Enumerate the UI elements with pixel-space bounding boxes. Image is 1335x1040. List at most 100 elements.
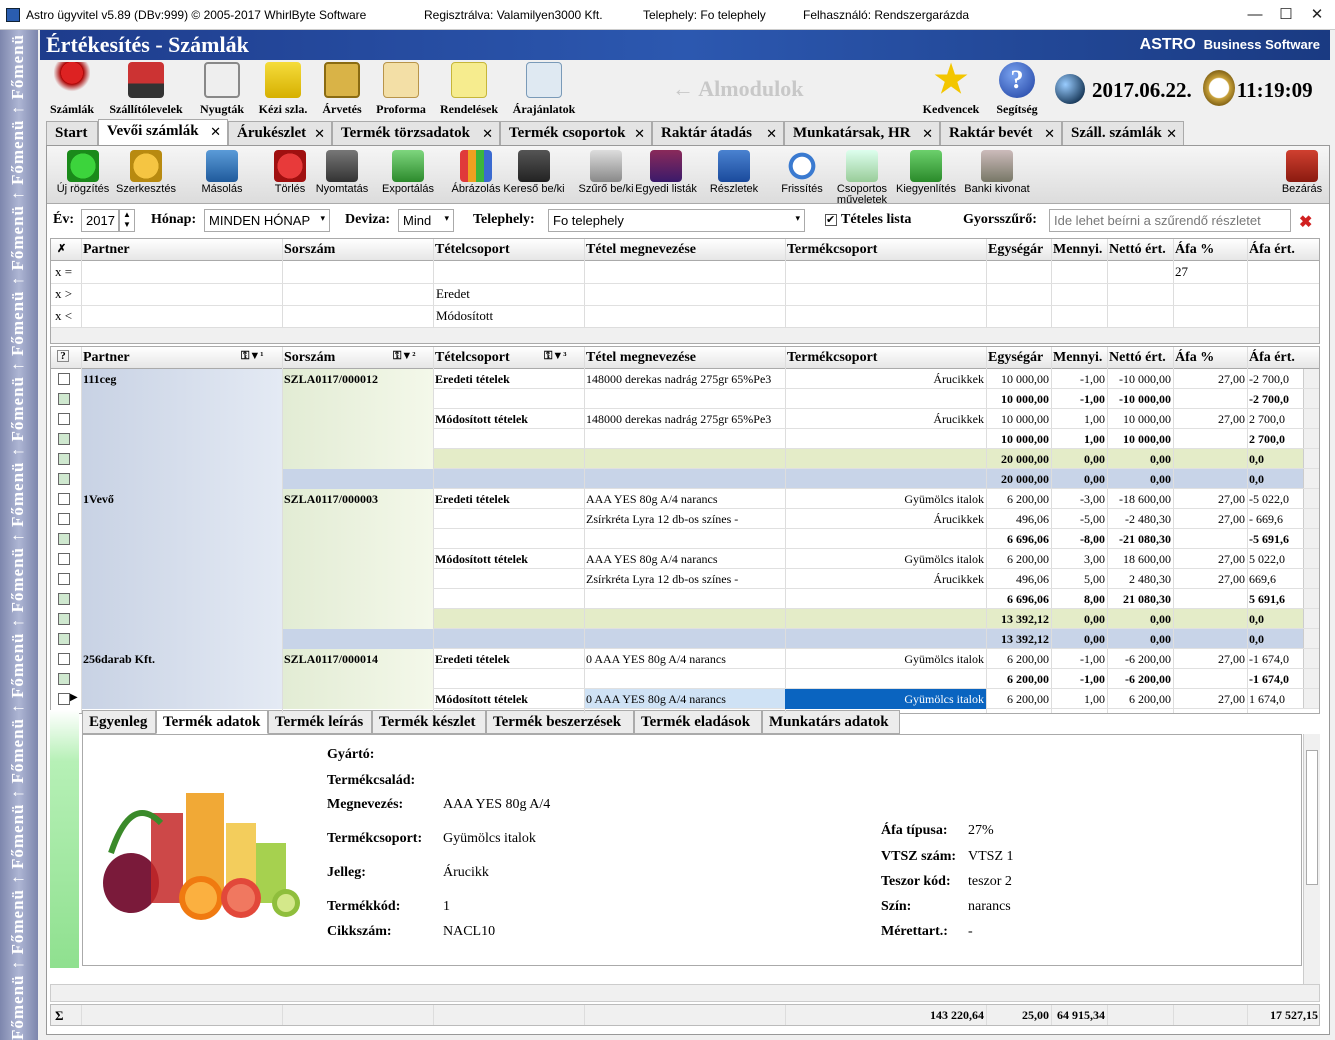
filter-cell[interactable]	[785, 306, 986, 327]
cell-m[interactable]: 5,00	[1053, 572, 1105, 587]
cell-m[interactable]: 0,00	[1053, 472, 1105, 487]
module-arvetes[interactable]: Árvetés	[318, 62, 366, 117]
cell-ae[interactable]: 0,0	[1249, 452, 1318, 467]
print-button[interactable]: Nyomtatás	[311, 150, 373, 195]
copy-button[interactable]: Másolás	[191, 150, 253, 195]
column-header[interactable]: Tétel megnevezése	[586, 350, 696, 366]
close-tab-icon[interactable]: ✕	[766, 126, 777, 142]
clear-filter-icon[interactable]: ✖	[1299, 212, 1312, 232]
cell-ar[interactable]: 6 200,00	[988, 672, 1049, 687]
tab-raktar-atadas[interactable]: Raktár átadás ✕	[652, 121, 784, 145]
tab-vevoi-szamlak[interactable]: Vevői számlák ✕	[98, 119, 228, 145]
cell-m[interactable]: 3,00	[1053, 552, 1105, 567]
main-menu-label[interactable]: Főmenü ↑ Főmenü ↑ Főmenü ↑ Főmenü ↑ Főme…	[8, 30, 32, 1040]
cell-ae[interactable]: -2 700,0	[1249, 392, 1318, 407]
filter-cell[interactable]	[1107, 262, 1173, 283]
batch-operations-button[interactable]: Csoportos műveletek	[831, 150, 893, 206]
row-checkbox[interactable]	[58, 553, 70, 565]
itemized-list-checkbox[interactable]: ✔ Tételes lista	[825, 212, 911, 228]
scrollbar-thumb[interactable]	[1306, 750, 1318, 885]
filter-cell[interactable]	[785, 262, 986, 283]
tab-munkatárs-adatok[interactable]: Munkatárs adatok	[762, 710, 900, 734]
row-checkbox[interactable]	[58, 573, 70, 585]
row-checkbox[interactable]	[58, 453, 70, 465]
cell-ae[interactable]: 0,0	[1249, 612, 1318, 627]
cell-name[interactable]: Zsírkréta Lyra 12 db-os színes -	[586, 512, 783, 527]
horizontal-scrollbar[interactable]	[50, 984, 1320, 1002]
cell-ar[interactable]: 6 200,00	[988, 692, 1049, 707]
cell-name[interactable]: 0 AAA YES 80g A/4 narancs	[586, 652, 783, 667]
filter-cell[interactable]	[282, 262, 433, 283]
year-spinner[interactable]: 2017	[81, 209, 119, 232]
help-button[interactable]: ? Segítség	[990, 62, 1044, 117]
cell-tcs[interactable]: Gyümölcs italok	[787, 552, 984, 567]
maximize-button[interactable]: ☐	[1271, 4, 1301, 26]
cell-n[interactable]: -6 200,00	[1109, 652, 1171, 667]
close-tab-icon[interactable]: ✕	[210, 124, 221, 140]
cell-n[interactable]: 0,00	[1109, 632, 1171, 647]
close-tab-icon[interactable]: ✕	[922, 126, 933, 142]
cell-sorszam[interactable]: SZLA0117/000014	[284, 652, 431, 667]
tab-raktar-bevet[interactable]: Raktár bevét ✕	[940, 121, 1062, 145]
cell-m[interactable]: -8,00	[1053, 532, 1105, 547]
cell-n[interactable]: 21 080,30	[1109, 592, 1171, 607]
plot-button[interactable]: Ábrázolás	[445, 150, 507, 195]
column-header[interactable]: Termékcsoport	[787, 242, 877, 258]
cell-partner[interactable]: 256darab Kft.	[83, 652, 280, 667]
cell-sorszam[interactable]: SZLA0117/000012	[284, 372, 431, 387]
column-header[interactable]: Áfa %	[1175, 242, 1214, 258]
column-header[interactable]: Tételcsoport	[435, 242, 510, 258]
cell-name[interactable]: 0 AAA YES 80g A/4 narancs	[586, 692, 783, 707]
cell-ae[interactable]: -1 674,0	[1249, 652, 1318, 667]
row-checkbox[interactable]	[58, 473, 70, 485]
filter-toggle-button[interactable]: Szűrő be/ki	[575, 150, 637, 195]
month-select[interactable]: MINDEN HÓNAP ▾	[204, 209, 330, 232]
cell-m[interactable]: -1,00	[1053, 672, 1105, 687]
filter-cell[interactable]	[433, 262, 584, 283]
cell-m[interactable]: -5,00	[1053, 512, 1105, 527]
filter-cell[interactable]	[986, 284, 1051, 305]
sort-order-icon[interactable]: ⚿▼³	[544, 350, 567, 363]
cell-ar[interactable]: 6 696,06	[988, 592, 1049, 607]
header-checkbox[interactable]: ?	[57, 350, 69, 362]
module-rendelesek[interactable]: Rendelések	[436, 62, 502, 117]
cell-ae[interactable]: 2 700,0	[1249, 432, 1318, 447]
column-header[interactable]: Áfa %	[1175, 350, 1214, 366]
cell-ae[interactable]: -2 700,0	[1249, 372, 1318, 387]
row-checkbox[interactable]	[58, 493, 70, 505]
cell-n[interactable]: 0,00	[1109, 612, 1171, 627]
cell-m[interactable]: -1,00	[1053, 372, 1105, 387]
filter-cell[interactable]	[1247, 284, 1319, 305]
currency-select[interactable]: Mind ▾	[398, 209, 454, 232]
cell-name[interactable]: AAA YES 80g A/4 narancs	[586, 492, 783, 507]
cell-ae[interactable]: 0,0	[1249, 632, 1318, 647]
tab-termék-beszerzések[interactable]: Termék beszerzések	[486, 710, 634, 734]
sort-order-icon[interactable]: ⚿▼¹	[241, 350, 264, 363]
cell-ar[interactable]: 496,06	[988, 572, 1049, 587]
filter-cell[interactable]	[1051, 306, 1107, 327]
cell-sorszam[interactable]: SZLA0117/000003	[284, 492, 431, 507]
tab-termek-csoportok[interactable]: Termék csoportok ✕	[500, 121, 652, 145]
column-header[interactable]: Áfa ért.	[1249, 242, 1295, 258]
column-header[interactable]: Sorszám	[284, 242, 335, 258]
cell-ae[interactable]: 5 022,0	[1249, 552, 1318, 567]
cell-ar[interactable]: 13 392,12	[988, 612, 1049, 627]
cell-tcs[interactable]: Árucikkek	[787, 372, 984, 387]
row-checkbox[interactable]	[58, 613, 70, 625]
filter-cell[interactable]	[1173, 306, 1247, 327]
tab-termék-adatok[interactable]: Termék adatok	[156, 710, 268, 734]
filter-cell[interactable]	[1107, 306, 1173, 327]
column-header[interactable]: Partner	[83, 350, 130, 366]
row-checkbox[interactable]	[58, 653, 70, 665]
cell-n[interactable]: 2 480,30	[1109, 572, 1171, 587]
filter-cell[interactable]	[1107, 284, 1173, 305]
cell-partner[interactable]: 111ceg	[83, 372, 280, 387]
cell-ae[interactable]: -5 691,6	[1249, 532, 1318, 547]
new-record-button[interactable]: Új rögzítés	[52, 150, 114, 195]
search-grid-scrollbar[interactable]	[51, 327, 1319, 343]
cell-m[interactable]: 1,00	[1053, 432, 1105, 447]
row-checkbox[interactable]	[58, 373, 70, 385]
cell-n[interactable]: -10 000,00	[1109, 372, 1171, 387]
cell-ae[interactable]: 2 700,0	[1249, 412, 1318, 427]
cell-m[interactable]: 0,00	[1053, 452, 1105, 467]
